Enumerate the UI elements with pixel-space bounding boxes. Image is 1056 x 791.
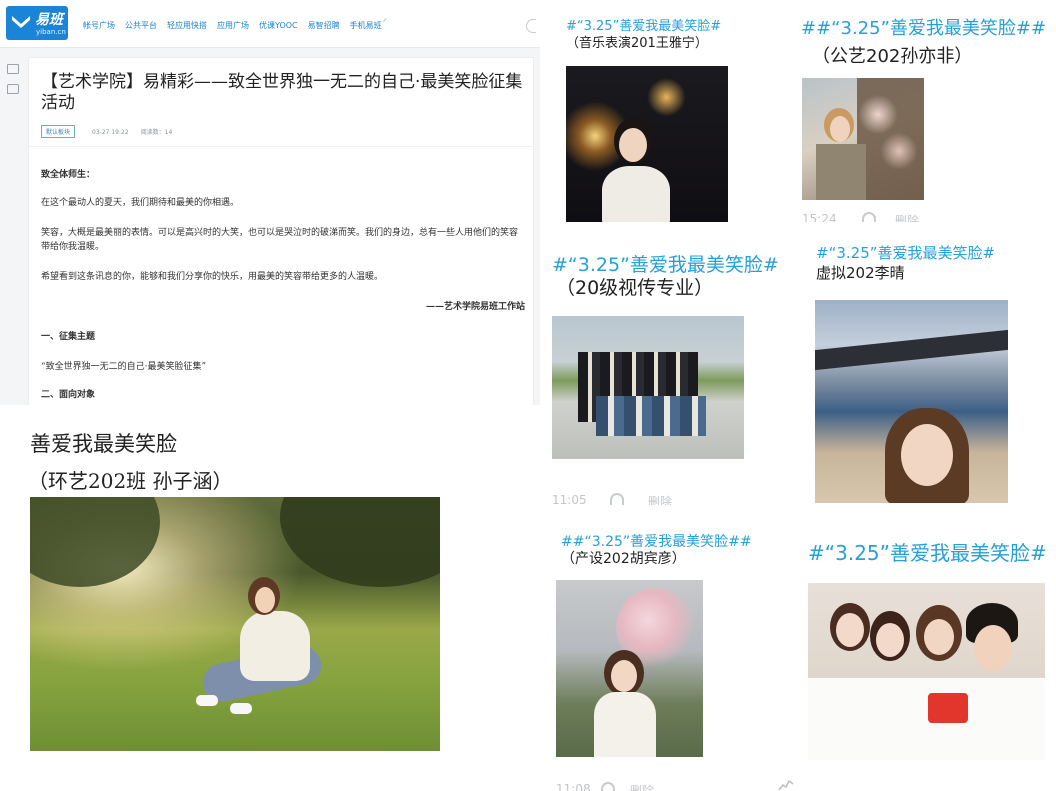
post-2-hashtag[interactable]: ##“3.25”善爱我最美笑脸## [801, 14, 1046, 40]
photo-face [974, 625, 1012, 671]
post-6-hashtag[interactable]: #“3.25”善爱我最美笑脸# [808, 537, 1047, 566]
article-signature: ——艺术学院易班工作站 [425, 302, 525, 312]
left-post-author: （环艺202班 孙子涵） [28, 469, 233, 493]
post-3-author: （20级视传专业） [556, 277, 714, 299]
photo-face [836, 613, 864, 647]
photo-shoe [230, 703, 252, 714]
post-4-author: 虚拟202李晴 [816, 264, 905, 282]
article-paragraph-3: 希望看到这条讯息的你，能够和我们分享你的快乐，用最美的笑容带给更多的人温暖。 [41, 272, 384, 282]
photo-girl-magnolia[interactable] [556, 580, 703, 757]
yiban-article-screenshot: 易班 yiban.cn 帐号广场 公共平台 轻应用快搭 应用广场 优课YOOC … [0, 0, 540, 405]
photo-tree-shape [280, 497, 440, 587]
collage-page: 易班 yiban.cn 帐号广场 公共平台 轻应用快搭 应用广场 优课YOOC … [0, 0, 1056, 791]
post-1-author: （音乐表演201王雅宁） [566, 36, 708, 51]
post-5-delete[interactable]: 删除 [630, 782, 654, 791]
share-icon[interactable] [610, 493, 624, 505]
article-date: 03-27 19:22 [92, 129, 129, 136]
post-5-author: （产设202胡宾彦） [561, 551, 686, 567]
photo-shirt-logo [928, 693, 968, 723]
layout-icon[interactable] [7, 64, 19, 74]
post-5-time: 11:08 [556, 782, 591, 791]
post-2-delete[interactable]: 删除 [895, 212, 919, 222]
section-2-title: 二、面向对象 [41, 390, 96, 400]
yiban-logo-domain: yiban.cn [36, 28, 66, 36]
photo-sweater [602, 166, 670, 222]
photo-face [924, 619, 954, 655]
yiban-nav: 帐号广场 公共平台 轻应用快搭 应用广场 优课YOOC 易智招聘 手机易班⸝ [83, 14, 387, 31]
photo-girl-stadium[interactable] [815, 300, 1008, 503]
photo-stadium-roof [815, 329, 1008, 371]
nav-light-app-builder[interactable]: 轻应用快搭 [167, 20, 207, 31]
yiban-side-toolbar [0, 48, 26, 405]
post-3-delete[interactable]: 删除 [648, 493, 672, 505]
photo-group-students[interactable] [552, 316, 744, 459]
photo-face [876, 623, 904, 657]
post-2-author: （公艺202孙亦非） [812, 46, 973, 67]
photo-shoe [196, 695, 218, 706]
article-category-tag[interactable]: 默认板块 [41, 125, 76, 138]
article-title: 【艺术学院】易精彩——致全世界独一无二的自己·最美笑脸征集活动 [41, 72, 523, 113]
article-views: 阅读数：14 [140, 129, 173, 136]
section-1-title: 一、征集主题 [41, 332, 96, 342]
photo-group-front-row [596, 396, 706, 436]
nav-mobile-yiban[interactable]: 手机易班⸝ [349, 14, 387, 31]
post-3-time: 11:05 [552, 493, 587, 505]
wifi-badge-icon: ⸝ [382, 14, 387, 23]
photo-tree-shape [30, 497, 160, 587]
nav-account-square[interactable]: 帐号广场 [83, 20, 115, 31]
nav-mobile-yiban-label: 手机易班 [349, 21, 382, 30]
nav-public-platform[interactable]: 公共平台 [125, 20, 157, 31]
photo-girl-blossom-tree[interactable] [802, 78, 924, 200]
yiban-logo-name: 易班 [35, 12, 63, 28]
photo-group-four-friends[interactable] [808, 583, 1045, 760]
photo-person [196, 575, 350, 725]
photo-girl-night[interactable] [566, 66, 728, 222]
share-icon[interactable] [601, 782, 615, 791]
nav-recruit[interactable]: 易智招聘 [308, 20, 340, 31]
left-post-caption: 善爱我最美笑脸 [30, 432, 177, 456]
yiban-logo[interactable]: 易班 yiban.cn [6, 6, 68, 40]
share-icon[interactable] [862, 212, 876, 222]
article-meta: 03-27 19:22 阅读数：14 [92, 127, 172, 136]
post-2-time: 15:24 [802, 212, 837, 222]
nav-yooc[interactable]: 优课YOOC [259, 20, 298, 31]
post-4-hashtag[interactable]: #“3.25”善爱我最美笑脸# [816, 242, 995, 263]
photo-white-shirts [808, 678, 1045, 760]
photo-face [619, 128, 647, 162]
photo-face [611, 660, 637, 692]
photo-face [901, 424, 953, 486]
search-box-edge[interactable] [526, 19, 536, 33]
yiban-top-bar: 易班 yiban.cn 帐号广场 公共平台 轻应用快搭 应用广场 优课YOOC … [0, 0, 540, 48]
article-card: 【艺术学院】易精彩——致全世界独一无二的自己·最美笑脸征集活动 默认板块 03-… [28, 57, 534, 405]
article-paragraph-2: 笑容，大概是最美丽的表情。可以是高兴时的大笑，也可以是哭泣时的破涕而笑。我们的身… [41, 228, 519, 252]
comment-icon[interactable] [7, 84, 19, 94]
article-divider [29, 146, 533, 147]
photo-blossom [857, 78, 924, 200]
nav-app-square[interactable]: 应用广场 [217, 20, 249, 31]
photo-girl-sitting-on-grass[interactable] [30, 497, 440, 751]
like-icon[interactable] [778, 779, 794, 791]
photo-coat [816, 144, 866, 200]
photo-coat [240, 611, 310, 681]
yiban-logo-icon [12, 16, 30, 28]
article-greeting: 致全体师生： [41, 170, 96, 180]
photo-sweater [594, 692, 656, 757]
article-paragraph-1: 在这个最动人的夏天，我们期待和最美的你相遇。 [41, 198, 240, 208]
photo-face [830, 116, 850, 142]
photo-face [255, 587, 275, 613]
section-1-body: “致全世界独一无二的自己·最美笑脸征集” [41, 362, 207, 372]
